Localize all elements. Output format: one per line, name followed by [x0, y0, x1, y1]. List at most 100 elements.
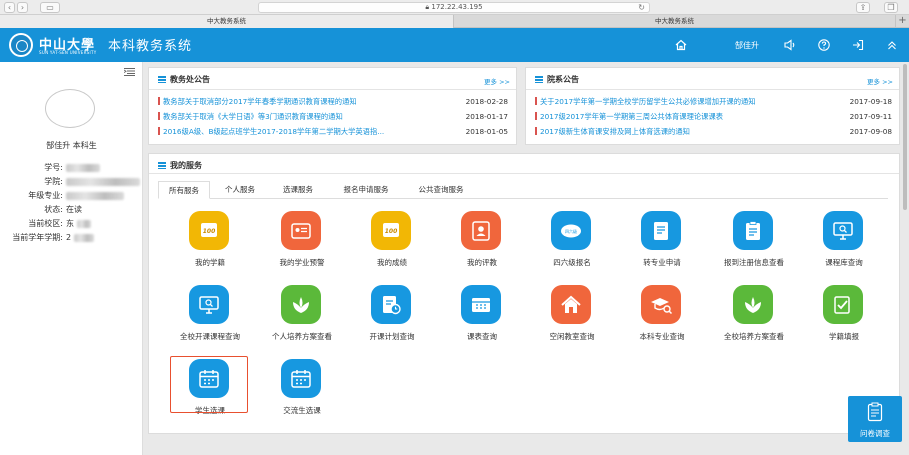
- more-link[interactable]: 更多 >>: [484, 76, 510, 86]
- service-label: 课程库查询: [825, 258, 863, 267]
- svg-text:100: 100: [203, 228, 216, 235]
- tab-course-selection-services[interactable]: 选课服务: [272, 181, 324, 199]
- service-item[interactable]: 四六级 四六级报名: [532, 211, 612, 271]
- scrollbar[interactable]: [903, 64, 907, 210]
- info-major: 年级专业:: [0, 190, 143, 201]
- notice-item[interactable]: 教务部关于取消《大学日语》等3门通识教育课程的通知 2018-01-17: [158, 111, 508, 123]
- service-label: 开课计划查询: [369, 332, 415, 341]
- tabs-overview-icon[interactable]: ❐: [884, 2, 898, 13]
- reload-icon[interactable]: ↻: [638, 3, 645, 12]
- list-icon: [535, 76, 543, 83]
- tab-application-services[interactable]: 报名申请服务: [334, 181, 398, 199]
- sidebar-toggle-icon[interactable]: ▭: [40, 2, 60, 13]
- panel-title: 院系公告: [535, 74, 579, 85]
- service-tabs: 所有服务 个人服务 选课服务 报名申请服务 公共查询服务: [158, 181, 888, 199]
- university-emblem-icon: [9, 33, 33, 57]
- service-item[interactable]: 报到注册信息查看: [714, 211, 794, 271]
- forward-button[interactable]: ›: [17, 2, 28, 13]
- user-name: 郜佳升 本科生: [46, 141, 97, 150]
- svg-text:100: 100: [385, 228, 398, 235]
- service-item[interactable]: 我的评教: [442, 211, 522, 271]
- home-icon: [551, 285, 591, 324]
- info-campus: 当前校区: 东: [0, 218, 143, 229]
- graduation-search-icon: [641, 285, 681, 324]
- info-student-id: 学号:: [0, 162, 143, 173]
- redacted-value: [66, 191, 124, 200]
- home-icon[interactable]: [674, 38, 688, 52]
- service-label: 我的学籍: [195, 258, 225, 267]
- back-button[interactable]: ‹: [4, 2, 15, 13]
- lotus-icon: [281, 285, 321, 324]
- clipboard-icon: [733, 211, 773, 250]
- info-term: 当前学年学期: 2: [0, 232, 143, 243]
- tab-personal-services[interactable]: 个人服务: [216, 181, 264, 199]
- help-icon[interactable]: [817, 38, 831, 52]
- university-logo-english: SUN YAT-SEN UNIVERSITY: [39, 50, 97, 55]
- selected-highlight: [170, 356, 248, 413]
- address-bar[interactable]: 🔒︎ 172.22.43.195 ↻: [258, 2, 650, 13]
- new-tab-button[interactable]: +: [895, 15, 909, 28]
- logout-icon[interactable]: [851, 38, 865, 52]
- redacted-value: [66, 163, 100, 172]
- service-item[interactable]: 全校开课课程查询: [170, 285, 250, 345]
- tab-public-query-services[interactable]: 公共查询服务: [408, 181, 474, 199]
- service-item[interactable]: 我的学业预警: [262, 211, 342, 271]
- more-link[interactable]: 更多 >>: [867, 76, 893, 86]
- notice-item[interactable]: 教务部关于取消部分2017学年春季学期通识教育课程的通知 2018-02-28: [158, 96, 508, 108]
- avatar[interactable]: [45, 89, 95, 128]
- lock-icon: 🔒︎: [425, 3, 430, 11]
- service-item[interactable]: 课表查询: [442, 285, 522, 345]
- notice-item[interactable]: 2017级2017学年第一学期第三周公共体育课理论课课表 2017-09-11: [535, 111, 892, 123]
- svg-text:四六级: 四六级: [565, 228, 577, 234]
- service-item[interactable]: 转专业申请: [622, 211, 702, 271]
- page-title: 本科教务系统: [108, 39, 193, 54]
- menu-toggle-icon[interactable]: [124, 68, 135, 76]
- timetable-icon: [461, 285, 501, 324]
- service-item[interactable]: 本科专业查询: [622, 285, 702, 345]
- redacted-value: [76, 219, 91, 228]
- redacted-value: [66, 177, 140, 186]
- notice-item[interactable]: 2016级A级、B级起点班学生2017-2018学年第二学期大学英语指... 2…: [158, 126, 508, 138]
- share-icon[interactable]: ⇪: [856, 2, 870, 13]
- service-label: 全校开课课程查询: [180, 332, 240, 341]
- service-label: 学籍填报: [829, 332, 859, 341]
- service-label: 本科专业查询: [639, 332, 685, 341]
- info-status: 状态: 在读: [44, 205, 82, 214]
- browser-tab[interactable]: 中大教务系统: [0, 15, 454, 28]
- tab-all-services[interactable]: 所有服务: [158, 181, 210, 199]
- service-item[interactable]: 全校培养方案查看: [714, 285, 794, 345]
- list-icon: [158, 162, 166, 169]
- url-text: 172.22.43.195: [431, 3, 483, 11]
- service-item[interactable]: 课程库查询: [804, 211, 884, 271]
- service-label: 我的学业预警: [279, 258, 325, 267]
- redacted-value: [73, 233, 94, 242]
- collapse-up-icon[interactable]: [885, 38, 899, 52]
- service-item[interactable]: 个人培养方案查看: [262, 285, 342, 345]
- notice-item[interactable]: 2017级新生体育课安排及网上体育选课的通知 2017-09-08: [535, 126, 892, 138]
- panel-title: 我的服务: [158, 160, 202, 171]
- speaker-icon[interactable]: [783, 38, 797, 52]
- service-label: 空闲教室查询: [549, 332, 595, 341]
- survey-clipboard-icon: [867, 402, 883, 422]
- service-item[interactable]: 空闲教室查询: [532, 285, 612, 345]
- calendar-icon: [281, 359, 321, 398]
- survey-button[interactable]: 问卷调查: [848, 396, 902, 442]
- doc-clock-icon: [371, 285, 411, 324]
- cet-badge-icon: 四六级: [551, 211, 591, 250]
- service-item[interactable]: 学籍填报: [804, 285, 884, 345]
- service-label: 个人培养方案查看: [272, 332, 332, 341]
- current-user[interactable]: 郜佳升: [735, 40, 759, 51]
- monitor-search-icon: [823, 211, 863, 250]
- edit-check-icon: [823, 285, 863, 324]
- document-icon: [641, 211, 681, 250]
- 100-score-icon: 100: [189, 211, 229, 250]
- service-item[interactable]: 100 我的学籍: [170, 211, 250, 271]
- browser-tab[interactable]: 中大教务系统: [454, 15, 895, 28]
- service-item[interactable]: 交流生选课: [262, 359, 342, 419]
- browser-tabs: 中大教务系统 中大教务系统 +: [0, 15, 909, 28]
- service-item[interactable]: 开课计划查询: [352, 285, 432, 345]
- service-label: 我的评教: [467, 258, 497, 267]
- notice-item[interactable]: 关于2017学年第一学期全校学历留学生公共必修课增加开课的通知 2017-09-…: [535, 96, 892, 108]
- service-item[interactable]: 100 我的成绩: [352, 211, 432, 271]
- user-card-icon: [461, 211, 501, 250]
